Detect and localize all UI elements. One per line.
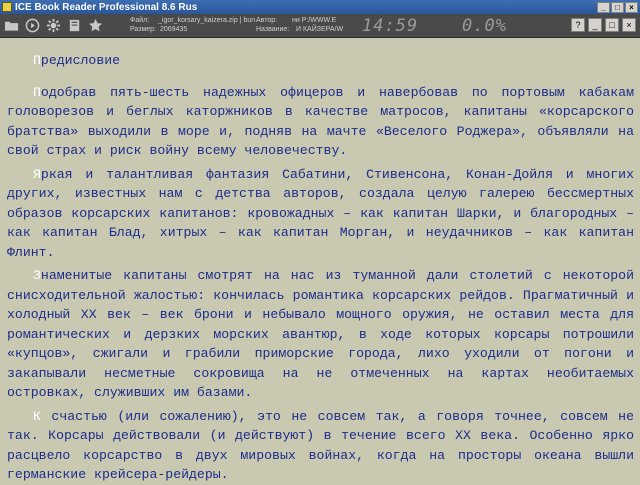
star-icon: [89, 18, 102, 32]
book-icon: [69, 19, 80, 32]
play-button[interactable]: [24, 17, 41, 34]
paragraph-text: наменитые капитаны смотрят на нас из тум…: [7, 268, 634, 400]
title-bar: ICE Book Reader Professional 8.6 Rus _ □…: [0, 0, 640, 14]
paragraph-initial: Я: [33, 166, 41, 182]
chapter-heading: Предисловие: [7, 51, 634, 71]
paragraph-4: К счастью (или сожалению), это не совсем…: [7, 407, 634, 485]
play-icon: [25, 18, 40, 33]
help-button[interactable]: ?: [571, 18, 585, 32]
paragraph-initial: З: [33, 268, 41, 283]
paragraph-text: одобрав пять-шесть надежных офицеров и н…: [7, 84, 634, 159]
paragraph-initial: К: [33, 408, 41, 424]
settings-button[interactable]: [45, 17, 62, 34]
folder-icon: [4, 21, 19, 31]
paragraph-text: ркая и талантливая фантазия Сабатини, Ст…: [7, 166, 634, 260]
clock-display: 14:59: [362, 16, 419, 36]
progress-display: 0.0%: [462, 16, 507, 36]
open-folder-button[interactable]: [3, 17, 20, 34]
bookmark-button[interactable]: [87, 17, 104, 34]
close-button[interactable]: ×: [625, 1, 638, 13]
size-value: 2069435: [160, 26, 188, 33]
toolbar-minimize-button[interactable]: _: [588, 18, 602, 32]
paragraph-text: счастью (или сожалению), это не совсем т…: [7, 408, 634, 483]
paragraph-initial: П: [33, 84, 41, 100]
heading-text: редисловие: [40, 53, 121, 68]
name-label: Название:: [256, 26, 290, 33]
toolbar-close-button[interactable]: ×: [622, 18, 636, 32]
minimize-button[interactable]: _: [597, 1, 610, 13]
file-value: _igor_korsary_kaizera.zip | bun: [158, 17, 256, 24]
app-icon: [2, 2, 12, 12]
paragraph-2: Яркая и талантливая фантазия Сабатини, С…: [7, 165, 634, 263]
window-controls: _ □ ×: [597, 1, 638, 13]
settings-icon: [46, 18, 61, 33]
library-button[interactable]: [66, 17, 83, 34]
window-title: ICE Book Reader Professional 8.6 Rus: [15, 1, 198, 13]
maximize-button[interactable]: □: [611, 1, 624, 13]
toolbar-maximize-button[interactable]: □: [605, 18, 619, 32]
reading-area[interactable]: Предисловие Подобрав пять-шесть надежных…: [0, 38, 640, 482]
heading-initial: П: [33, 53, 41, 68]
file-label: Файл:: [130, 17, 150, 24]
paragraph-3: Знаменитые капитаны смотрят на нас из ту…: [7, 266, 634, 403]
author-label: Автор:: [256, 17, 278, 24]
author-value: ни P:/WWW.E: [292, 17, 337, 24]
name-value: И КАЙЗЕРА/W: [296, 26, 344, 33]
toolbar-window-controls: ? _ □ ×: [571, 18, 636, 32]
toolbar: Файл: _igor_korsary_kaizera.zip | bun Ра…: [0, 14, 640, 38]
size-label: Размер:: [130, 26, 157, 33]
paragraph-1: Подобрав пять-шесть надежных офицеров и …: [7, 83, 634, 161]
